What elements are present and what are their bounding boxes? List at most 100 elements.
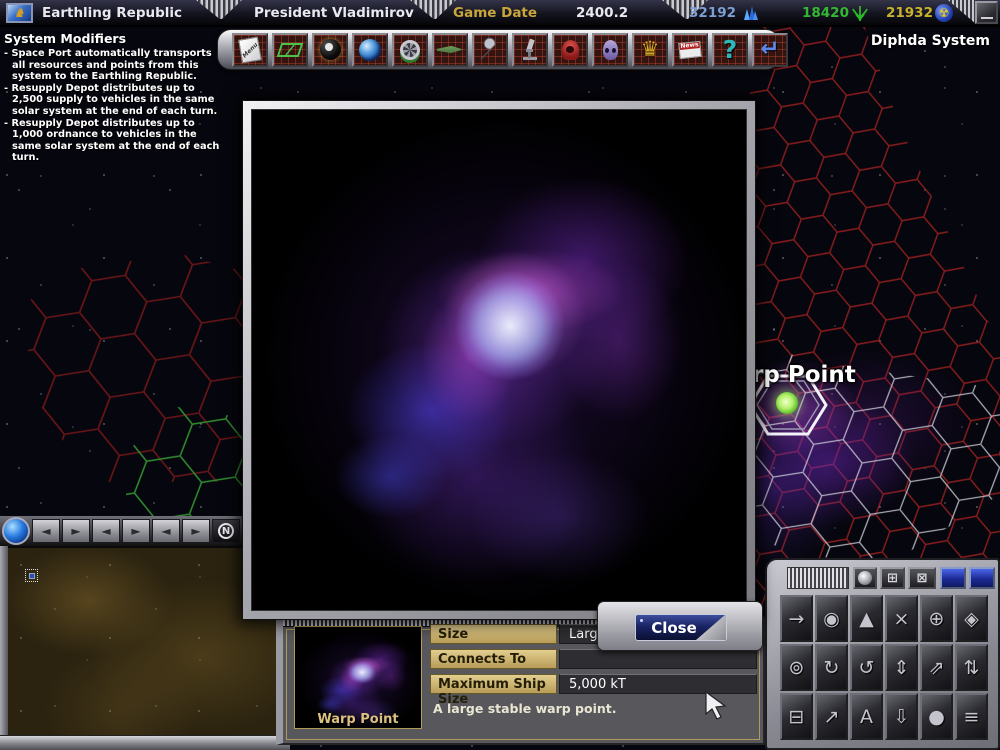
order-button-15[interactable]: A <box>850 693 883 740</box>
ship-tool-icon: ↗ <box>824 706 840 728</box>
order-button-14[interactable]: ↗ <box>815 693 848 740</box>
wheel-icon <box>400 40 420 60</box>
warp-point-viewer-window <box>242 100 756 620</box>
order-button-6[interactable]: ◈ <box>955 595 988 642</box>
ship-lock-button[interactable]: ⊠ <box>908 567 936 589</box>
mouse-cursor <box>703 690 731 720</box>
moon-gear-icon: ● <box>928 706 945 728</box>
ship-design-button[interactable] <box>272 33 308 67</box>
panel-ribbed-strip <box>787 567 849 589</box>
order-button-2[interactable]: ◉ <box>815 595 848 642</box>
blue-blank-button-1[interactable] <box>940 567 966 589</box>
planets-button[interactable] <box>352 33 388 67</box>
viewer-image-area <box>251 109 747 611</box>
n-icon: N <box>218 523 234 539</box>
arrow-left-icon: ◄ <box>41 524 50 538</box>
order-button-grid: → ◉ ▲ × ⊕ ◈ ⊚ ↻ ↺ ⇕ ⇗ ⇅ ⊟ ↗ A ⇩ ● ≡ <box>779 594 991 741</box>
warp-point-image <box>252 110 747 611</box>
center-view-button[interactable]: ⊞ <box>880 567 905 589</box>
field-label-max-ship-size: Maximum Ship Size <box>430 674 557 694</box>
menu-button[interactable]: Menu <box>232 33 268 67</box>
intelligence-button[interactable] <box>552 33 588 67</box>
wheel-icon: ⊕ <box>929 608 945 630</box>
order-button-3[interactable]: ▲ <box>850 595 883 642</box>
planet-next-button[interactable]: ► <box>122 519 150 543</box>
resource-prev-button[interactable]: ◄ <box>152 519 180 543</box>
empire-name-label: Earthling Republic <box>42 5 182 21</box>
spiral-ship-icon: ◈ <box>964 608 979 630</box>
bar-separator <box>196 0 242 20</box>
satellite-parts-icon: ⇗ <box>929 657 945 679</box>
blue-blank-button-2[interactable] <box>969 567 995 589</box>
minerals-value: 32192 <box>688 5 736 21</box>
arrow-left-icon: ◄ <box>101 524 110 538</box>
close-button[interactable]: Close <box>635 614 727 641</box>
news-button[interactable]: News <box>672 33 708 67</box>
warp-point-map-object[interactable] <box>776 392 798 414</box>
eightball-icon <box>320 39 341 60</box>
n-marker-button[interactable]: N <box>212 519 240 543</box>
field-label-size: Size <box>430 624 557 644</box>
resource-next-button[interactable]: ► <box>182 519 210 543</box>
order-button-13[interactable]: ⊟ <box>780 693 813 740</box>
order-panel: ⊞ ⊠ → ◉ ▲ × ⊕ ◈ ⊚ ↻ ↺ ⇕ ⇗ ⇅ ⊟ ↗ A ⇩ ● ≡ <box>765 558 1000 750</box>
minimize-window-button[interactable] <box>975 1 998 24</box>
order-button-18[interactable]: ≡ <box>955 693 988 740</box>
order-button-11[interactable]: ⇗ <box>920 644 953 691</box>
game-date-value: 2400.2 <box>576 5 628 21</box>
order-button-12[interactable]: ⇅ <box>955 644 988 691</box>
quadrant-map-view[interactable] <box>8 548 278 735</box>
ship-prev-button[interactable]: ◄ <box>32 519 60 543</box>
help-button[interactable]: ? <box>712 33 748 67</box>
warp-point-thumbnail[interactable]: Warp Point <box>294 626 422 729</box>
minerals-counter: 32192 <box>688 4 759 22</box>
empire-flag-icon[interactable]: ♞ <box>6 3 33 23</box>
map-frame-edge <box>0 546 8 742</box>
top-status-bar: ♞ Earthling Republic President Vladimiro… <box>0 0 1000 27</box>
order-button-4[interactable]: × <box>885 595 918 642</box>
plant-icon <box>851 4 869 22</box>
arrow-left-icon: ◄ <box>161 524 170 538</box>
radioactives-counter: 21932 ☢ <box>886 4 953 22</box>
order-button-17[interactable]: ● <box>920 693 953 740</box>
map-selection-marker[interactable] <box>25 569 38 582</box>
turn-arrow-icon: ↵ <box>760 38 779 61</box>
flag-hill-icon: ▲ <box>859 608 874 630</box>
ship-a-icon: A <box>860 706 873 728</box>
system-modifiers-note: System Modifiers - Space Port automatica… <box>4 31 226 164</box>
fleets-button[interactable] <box>432 33 468 67</box>
order-button-8[interactable]: ↻ <box>815 644 848 691</box>
end-turn-button[interactable]: ↵ <box>752 33 788 67</box>
wireframe-ship-icon <box>277 43 304 57</box>
order-button-16[interactable]: ⇩ <box>885 693 918 740</box>
field-label-connects-to: Connects To <box>430 649 557 669</box>
research-button[interactable] <box>512 33 548 67</box>
map-frame-bottom <box>0 735 290 750</box>
order-button-1[interactable]: → <box>780 595 813 642</box>
arrow-right-icon: ► <box>191 524 200 538</box>
colonies-button[interactable] <box>392 33 428 67</box>
orb-icon <box>858 571 872 585</box>
ship-note-icon: ⊟ <box>789 706 805 728</box>
order-button-10[interactable]: ⇕ <box>885 644 918 691</box>
empires-button[interactable] <box>312 33 348 67</box>
order-button-7[interactable]: ⊚ <box>780 644 813 691</box>
organics-counter: 18420 <box>802 4 869 22</box>
arrow-right-icon: → <box>789 608 805 630</box>
crossed-ships-icon: × <box>894 608 910 630</box>
communications-button[interactable] <box>592 33 628 67</box>
system-modifier-line: - Resupply Depot distributes up to 1,000… <box>4 118 226 164</box>
crystal-icon <box>741 4 759 22</box>
order-button-9[interactable]: ↺ <box>850 644 883 691</box>
map-nav-toolbar: ◄ ► ◄ ► ◄ ► N <box>0 516 248 546</box>
viewer-close-tab: Close <box>597 601 763 651</box>
planet-prev-button[interactable]: ◄ <box>92 519 120 543</box>
alien-head-icon <box>603 40 618 60</box>
order-button-5[interactable]: ⊕ <box>920 595 953 642</box>
ship-next-button[interactable]: ► <box>62 519 90 543</box>
orb-view-button[interactable] <box>853 567 877 589</box>
empire-status-button[interactable]: ♛ <box>632 33 668 67</box>
construction-button[interactable] <box>472 33 508 67</box>
map-orb-button[interactable] <box>2 517 30 545</box>
field-value-connects-to <box>559 649 757 669</box>
